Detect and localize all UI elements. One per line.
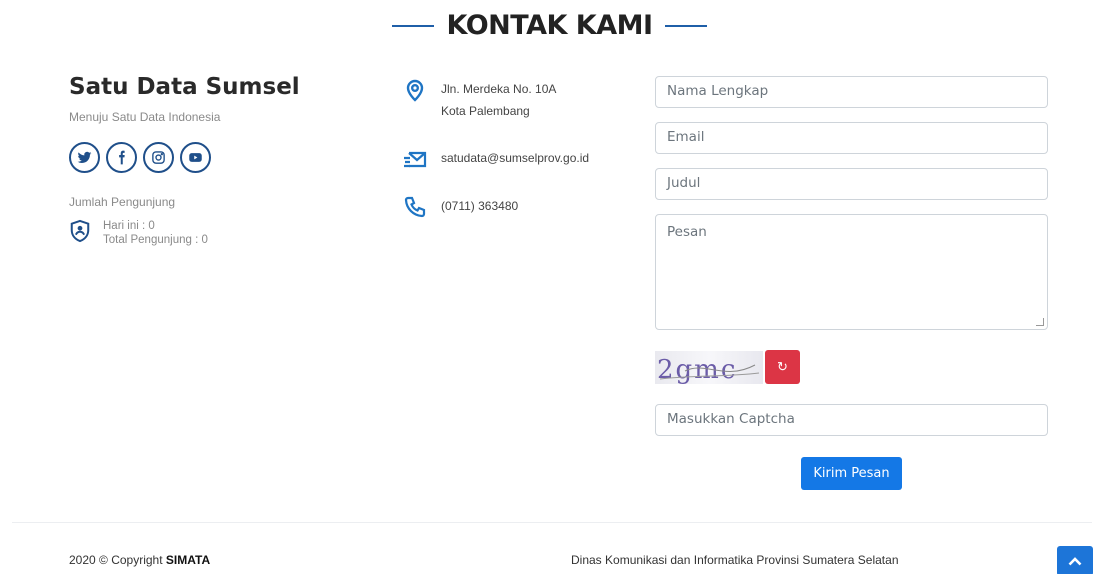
subject-input[interactable]: Judul bbox=[655, 168, 1048, 200]
copyright-prefix: 2020 © Copyright bbox=[69, 553, 166, 567]
email-input[interactable]: Email bbox=[655, 122, 1048, 154]
chevron-up-icon bbox=[1068, 557, 1082, 566]
youtube-button[interactable] bbox=[180, 142, 211, 173]
email-text: satudata@sumselprov.go.id bbox=[441, 151, 590, 165]
social-links bbox=[69, 142, 211, 173]
captcha-refresh-button[interactable]: ↻ bbox=[765, 350, 800, 384]
address-line2: Kota Palembang bbox=[441, 104, 530, 118]
title-divider-right bbox=[664, 24, 707, 27]
captcha-text: 2gmc bbox=[657, 355, 737, 384]
captcha-input[interactable]: Masukkan Captcha bbox=[655, 404, 1048, 436]
name-input[interactable]: Nama Lengkap bbox=[655, 76, 1048, 108]
section-header: KONTAK KAMI bbox=[0, 10, 1099, 41]
title-divider-left bbox=[392, 24, 435, 27]
page-title: KONTAK KAMI bbox=[446, 10, 653, 41]
name-placeholder: Nama Lengkap bbox=[667, 83, 769, 99]
brand-name: Satu Data Sumsel bbox=[69, 74, 300, 100]
footer-divider bbox=[12, 522, 1092, 523]
back-to-top-button[interactable] bbox=[1057, 546, 1093, 574]
email-item: satudata@sumselprov.go.id bbox=[403, 147, 643, 171]
address-line1: Jln. Merdeka No. 10A bbox=[441, 82, 557, 96]
phone-text: (0711) 363480 bbox=[441, 199, 519, 213]
resize-handle[interactable] bbox=[1036, 318, 1044, 326]
visitors-total: Total Pengunjung : 0 bbox=[103, 234, 208, 246]
visitors-today: Hari ini : 0 bbox=[103, 220, 155, 232]
message-textarea[interactable]: Pesan bbox=[655, 214, 1048, 330]
phone-icon bbox=[404, 196, 426, 218]
email-icon bbox=[404, 151, 427, 168]
twitter-icon bbox=[77, 151, 92, 163]
user-shield-icon bbox=[70, 219, 90, 243]
footer-copyright: 2020 © Copyright SIMATA bbox=[69, 553, 210, 567]
email-placeholder: Email bbox=[667, 129, 705, 145]
address-item: Jln. Merdeka No. 10A Kota Palembang bbox=[403, 78, 643, 122]
refresh-icon: ↻ bbox=[777, 359, 788, 374]
visitor-label: Jumlah Pengunjung bbox=[69, 195, 176, 209]
captcha-row: 2gmc ↻ bbox=[655, 350, 800, 384]
phone-item: (0711) 363480 bbox=[403, 195, 643, 219]
visitor-stats: Jumlah Pengunjung Hari ini : 0 Total Pen… bbox=[69, 195, 208, 247]
facebook-icon bbox=[119, 150, 125, 165]
facebook-button[interactable] bbox=[106, 142, 137, 173]
captcha-image: 2gmc bbox=[655, 350, 763, 384]
map-pin-icon bbox=[406, 79, 424, 102]
submit-button[interactable]: Kirim Pesan bbox=[801, 457, 902, 490]
footer-org: Dinas Komunikasi dan Informatika Provins… bbox=[571, 553, 899, 567]
copyright-brand: SIMATA bbox=[165, 553, 211, 567]
brand-block: Satu Data Sumsel Menuju Satu Data Indone… bbox=[69, 74, 300, 124]
instagram-button[interactable] bbox=[143, 142, 174, 173]
twitter-button[interactable] bbox=[69, 142, 100, 173]
youtube-icon bbox=[189, 153, 202, 162]
message-placeholder: Pesan bbox=[667, 224, 707, 240]
subject-placeholder: Judul bbox=[667, 175, 701, 191]
brand-tagline: Menuju Satu Data Indonesia bbox=[69, 110, 221, 124]
instagram-icon bbox=[152, 151, 165, 164]
captcha-placeholder: Masukkan Captcha bbox=[667, 411, 795, 427]
